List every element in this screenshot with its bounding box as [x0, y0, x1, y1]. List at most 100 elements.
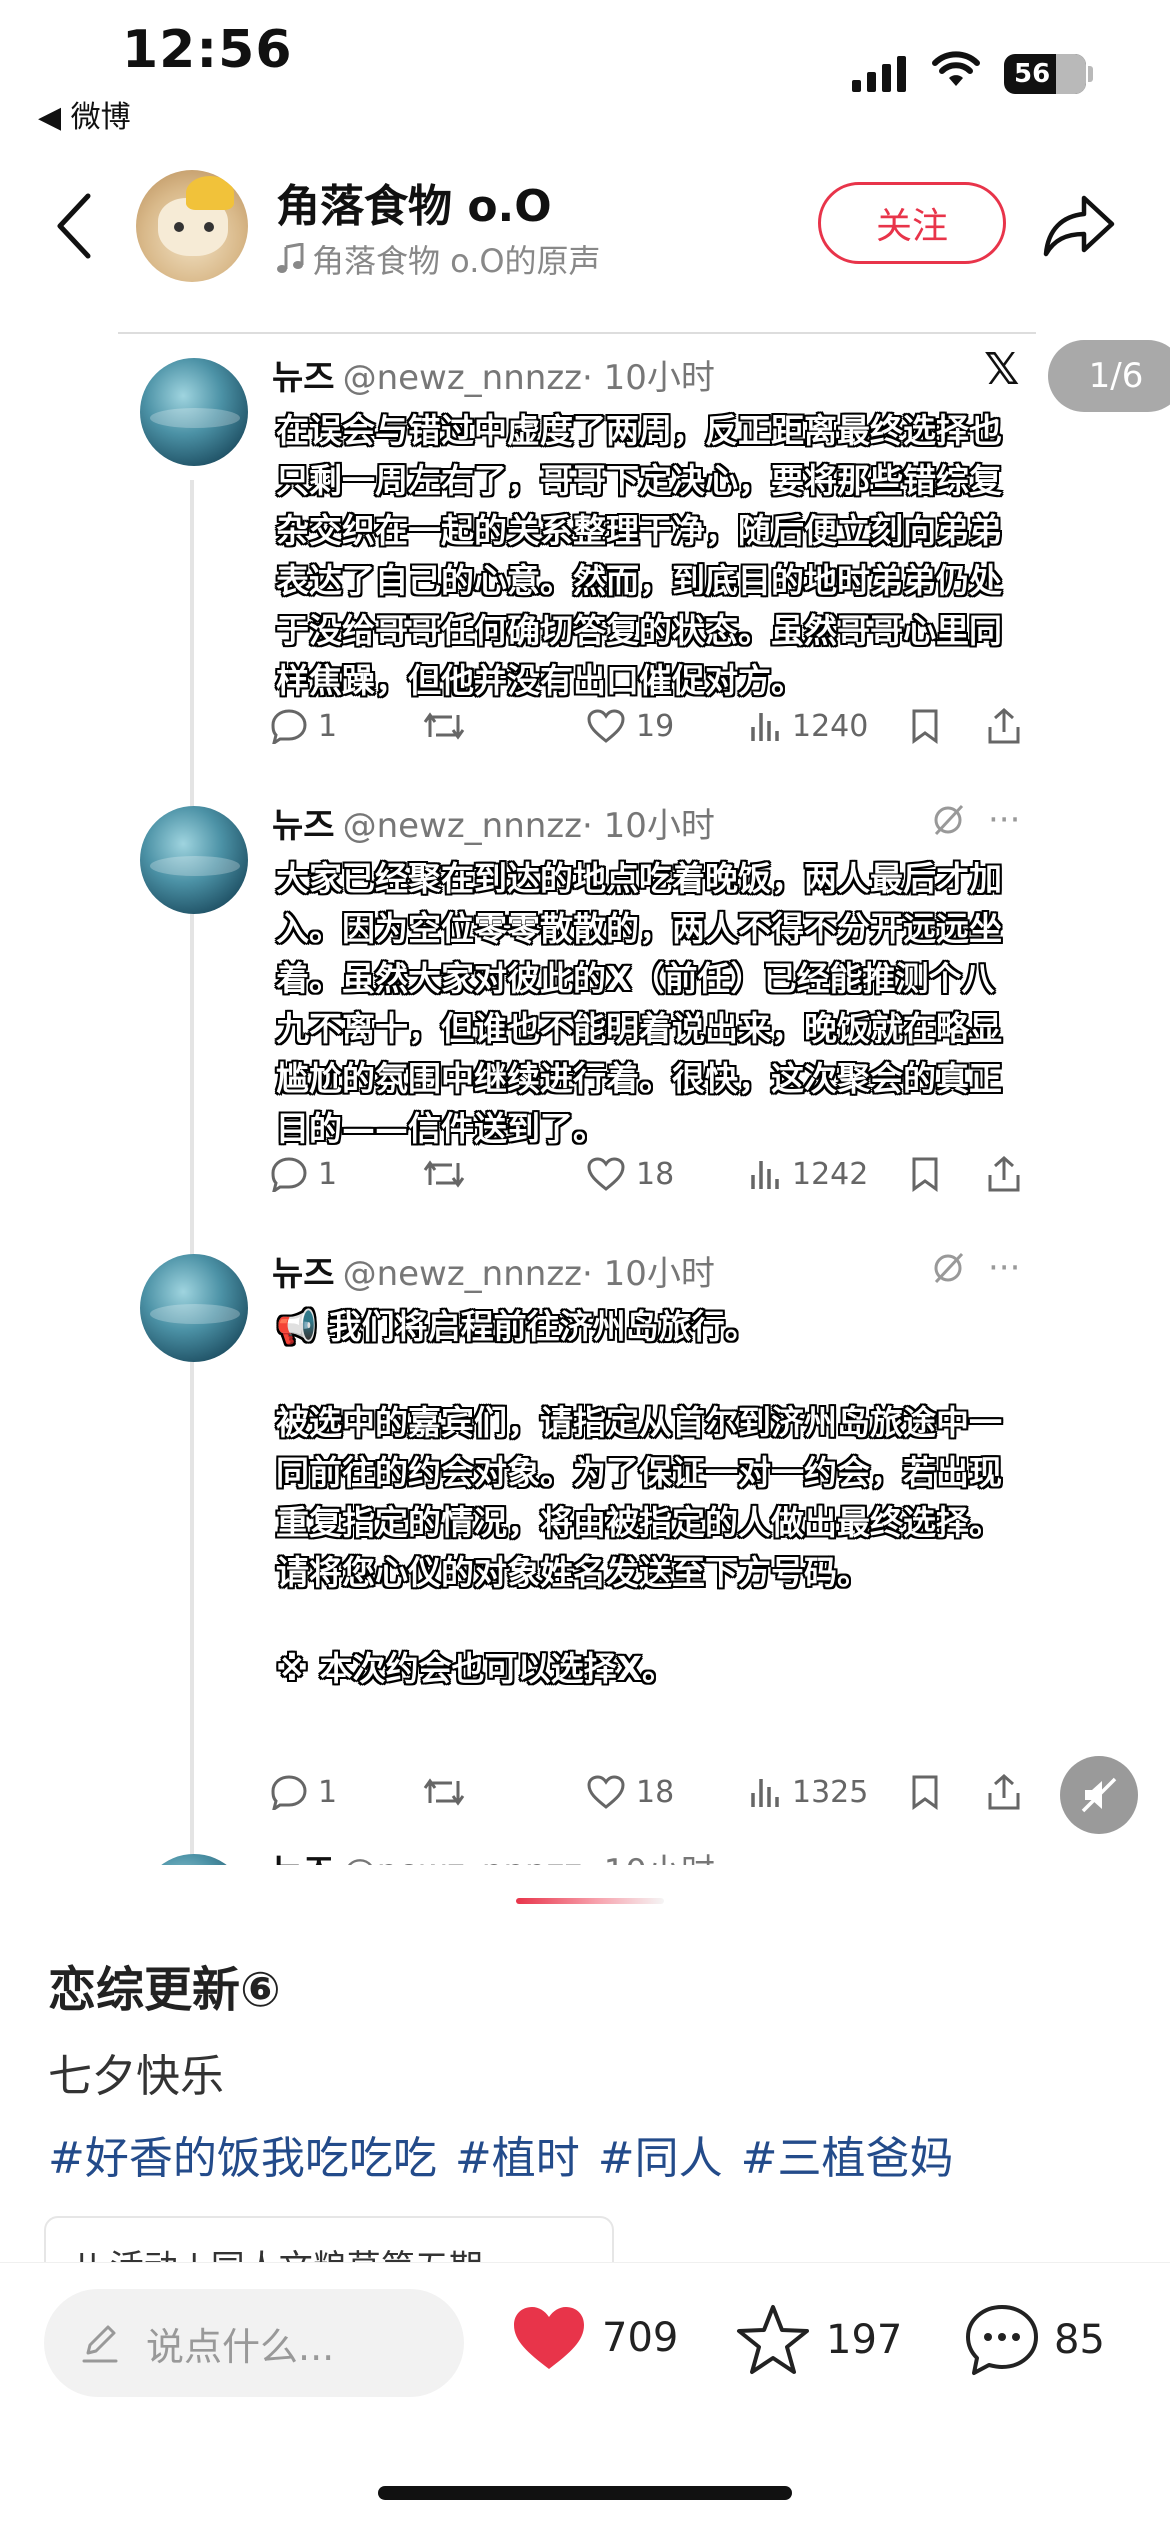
comment-placeholder: 说点什么...	[146, 2324, 335, 2369]
views-action: 1240	[748, 709, 868, 744]
author-avatar[interactable]	[136, 170, 248, 282]
tweet-text-line: ※ 本次约会也可以选择X。	[276, 1649, 676, 1688]
views-icon	[751, 713, 779, 741]
battery-level: 56	[1014, 59, 1051, 89]
author-name[interactable]: 角落食物 o.O	[276, 170, 552, 234]
like-count: 18	[636, 1156, 675, 1192]
star-icon	[737, 2305, 809, 2374]
back-icon[interactable]	[50, 188, 100, 264]
hashtag-link[interactable]: #好香的饭我吃吃吃	[48, 2122, 437, 2186]
tweet-tools: ···	[930, 1248, 1020, 1288]
tweet-time: · 10小时	[582, 1852, 715, 1865]
post-tags: #好香的饭我吃吃吃 #植时 #同人 #三植爸妈	[48, 2122, 954, 2186]
upload-icon	[988, 1773, 1020, 1810]
post-image[interactable]: 1/6 뉴즈 @newz_nnnzz· 10小时 𝕏 在误会与错过中虚度了两周，反…	[0, 320, 1170, 1865]
tweet-nick: 뉴즈	[272, 358, 335, 398]
heart-icon	[587, 1775, 625, 1809]
tweet-text: 📢 我们将启程前往济州岛旅行。 被选中的嘉宾们，请指定从首尔到济州岛旅途中一同前…	[276, 1302, 1018, 1694]
reply-count: 1	[318, 1774, 338, 1810]
wifi-icon	[932, 51, 980, 86]
tweet-text-line: 📢 我们将启程前往济州岛旅行。	[276, 1307, 758, 1346]
tweet-header: 뉴즈@newz_nnnzz· 10小时	[272, 1246, 715, 1295]
like-button[interactable]: 709	[510, 2303, 678, 2373]
tweet-header: 뉴즈 @newz_nnnzz· 10小时	[272, 1844, 715, 1865]
favorite-count: 197	[826, 2317, 903, 2363]
bookmark-icon	[912, 1775, 938, 1810]
reply-icon	[271, 1775, 307, 1810]
reply-icon	[271, 709, 307, 744]
tweet-time: · 10小时	[582, 806, 715, 846]
home-indicator[interactable]	[378, 2486, 792, 2500]
heart-icon	[587, 709, 625, 743]
view-count: 1325	[792, 1774, 869, 1810]
tweet-actions: 1 18 1242	[270, 1154, 1030, 1194]
retweet-action	[422, 709, 466, 743]
grok-icon	[934, 804, 964, 836]
like-count: 19	[636, 708, 675, 744]
comment-button[interactable]: 85	[964, 2303, 1105, 2377]
tweet-tools: ···	[930, 800, 1020, 840]
tweet-avatar	[140, 358, 248, 466]
mute-button[interactable]	[1060, 1756, 1138, 1834]
pencil-icon	[82, 2325, 118, 2363]
share-icon[interactable]	[1040, 190, 1120, 260]
tweet-handle: @newz_nnnzz	[342, 1254, 583, 1294]
hashtag-link[interactable]: #植时	[455, 2122, 580, 2186]
tweet-header: 뉴즈@newz_nnnzz· 10小时	[272, 350, 715, 399]
like-action: 18	[586, 1774, 674, 1810]
heart-filled-icon	[514, 2307, 584, 2369]
retweet-icon	[423, 1160, 465, 1188]
view-count: 1240	[792, 708, 869, 744]
tweet-text: 在误会与错过中虚度了两周，反正距离最终选择也只剩一周左右了，哥哥下定决心，要将那…	[276, 411, 1002, 700]
reply-action: 1	[270, 708, 337, 744]
post-header: 角落食物 o.O 角落食物 o.O的原声 关注	[0, 160, 1170, 300]
more-icon: ···	[988, 800, 1021, 840]
tweet-handle: @newz_nnnzz	[343, 1852, 582, 1865]
back-to-app-link[interactable]: ◀ 微博	[38, 92, 131, 136]
tweet-time: · 10小时	[582, 1254, 715, 1294]
reply-action: 1	[270, 1774, 337, 1810]
reply-action: 1	[270, 1156, 337, 1192]
tweet-nick: 뉴즈	[272, 1254, 335, 1294]
reply-count: 1	[318, 1156, 338, 1192]
thread-line	[190, 480, 194, 1860]
music-note-icon	[277, 243, 304, 273]
divider	[118, 332, 1036, 334]
retweet-action	[422, 1775, 466, 1809]
views-action: 1325	[748, 1775, 868, 1810]
tweet-header: 뉴즈@newz_nnnzz· 10小时	[272, 798, 715, 847]
carousel-progress	[516, 1898, 664, 1904]
status-time: 12:56	[122, 20, 293, 80]
views-icon	[751, 1779, 779, 1807]
hashtag-link[interactable]: #三植爸妈	[741, 2122, 954, 2186]
comment-icon	[966, 2305, 1038, 2375]
reply-count: 1	[318, 708, 338, 744]
tweet-avatar	[140, 1254, 248, 1362]
tweet-nick: 뉴즈	[272, 806, 335, 846]
original-sound[interactable]: 角落食物 o.O的原声	[276, 236, 601, 282]
retweet-icon	[423, 1778, 465, 1806]
follow-button[interactable]: 关注	[818, 182, 1006, 264]
image-counter: 1/6	[1048, 340, 1170, 412]
comment-count: 85	[1054, 2317, 1105, 2363]
tweet-avatar	[140, 806, 248, 914]
grok-icon	[934, 1252, 964, 1284]
tweet-handle: @newz_nnnzz	[342, 806, 583, 846]
hashtag-link[interactable]: #同人	[598, 2122, 723, 2186]
views-icon	[751, 1161, 779, 1189]
battery-tip	[1088, 66, 1093, 82]
heart-icon	[587, 1157, 625, 1191]
like-count: 709	[602, 2315, 679, 2361]
view-count: 1242	[792, 1156, 869, 1192]
tweet-time: · 10小时	[582, 358, 715, 398]
tweet-nick: 뉴즈	[272, 1852, 335, 1865]
battery-icon: 56	[1004, 54, 1086, 94]
tweet-actions: 1 18 1325	[270, 1772, 1030, 1812]
bookmark-icon	[912, 709, 938, 744]
x-logo-icon: 𝕏	[984, 344, 1020, 395]
like-action: 19	[586, 708, 674, 744]
like-action: 18	[586, 1156, 674, 1192]
retweet-icon	[423, 712, 465, 740]
favorite-button[interactable]: 197	[734, 2303, 902, 2377]
comment-input[interactable]: 说点什么...	[44, 2289, 464, 2397]
